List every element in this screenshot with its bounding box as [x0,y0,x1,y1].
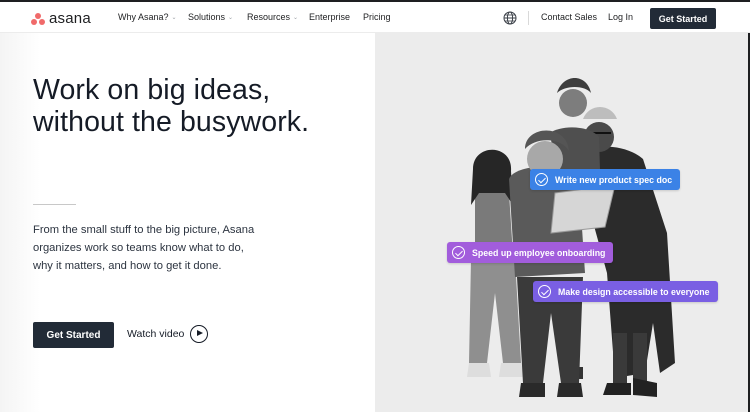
nav-solutions-label: Solutions [188,12,226,22]
task-chip-onboarding: Speed up employee onboarding [447,242,614,263]
hero-headline-line-2: without the busywork. [33,106,310,138]
nav-pricing[interactable]: Pricing [363,12,391,22]
nav-solutions[interactable]: Solutions ⌄ [188,12,233,22]
watch-video-button[interactable]: Watch video [127,325,209,343]
top-navigation: asana Why Asana? ⌄ Solutions ⌄ Resources… [0,2,750,33]
chevron-down-icon: ⌄ [228,14,234,21]
nav-why-asana[interactable]: Why Asana? ⌄ [118,12,177,22]
nav-enterprise-label: Enterprise [309,12,351,22]
nav-pricing-label: Pricing [363,12,391,22]
nav-enterprise[interactable]: Enterprise [309,12,350,22]
hero-headline: Work on big ideas, without the busywork. [33,74,353,138]
header-get-started-button[interactable]: Get Started [650,8,716,29]
log-in-link[interactable]: Log In [608,12,633,22]
hero-get-started-button[interactable]: Get Started [33,322,114,348]
hero-image-panel [375,33,750,412]
task-label: Speed up employee onboarding [472,247,606,258]
globe-icon[interactable] [503,11,517,25]
check-circle-icon [538,285,551,298]
asana-logo[interactable]: asana [31,10,91,27]
task-label: Write new product spec doc [555,174,673,185]
header-divider [528,11,529,25]
hero-divider [33,204,76,205]
task-chip-accessible-design: Make design accessible to everyone [533,281,718,302]
chevron-down-icon: ⌄ [171,14,177,21]
contact-sales-link[interactable]: Contact Sales [541,12,597,22]
asana-logo-icon [31,12,45,25]
task-label: Make design accessible to everyone [558,286,710,297]
nav-resources-label: Resources [247,12,291,22]
play-icon [190,325,209,343]
check-circle-icon [535,173,548,186]
nav-why-asana-label: Why Asana? [118,12,169,22]
check-circle-icon [452,246,465,259]
watch-video-label: Watch video [127,328,185,340]
brand-name: asana [49,10,91,27]
chevron-down-icon: ⌄ [293,14,299,21]
team-photo [467,78,675,397]
hero-description: From the small stuff to the big picture,… [33,224,255,272]
hero-headline-line-1: Work on big ideas, [33,74,271,106]
nav-resources[interactable]: Resources ⌄ [247,12,298,22]
task-chip-product-spec: Write new product spec doc [530,169,681,190]
